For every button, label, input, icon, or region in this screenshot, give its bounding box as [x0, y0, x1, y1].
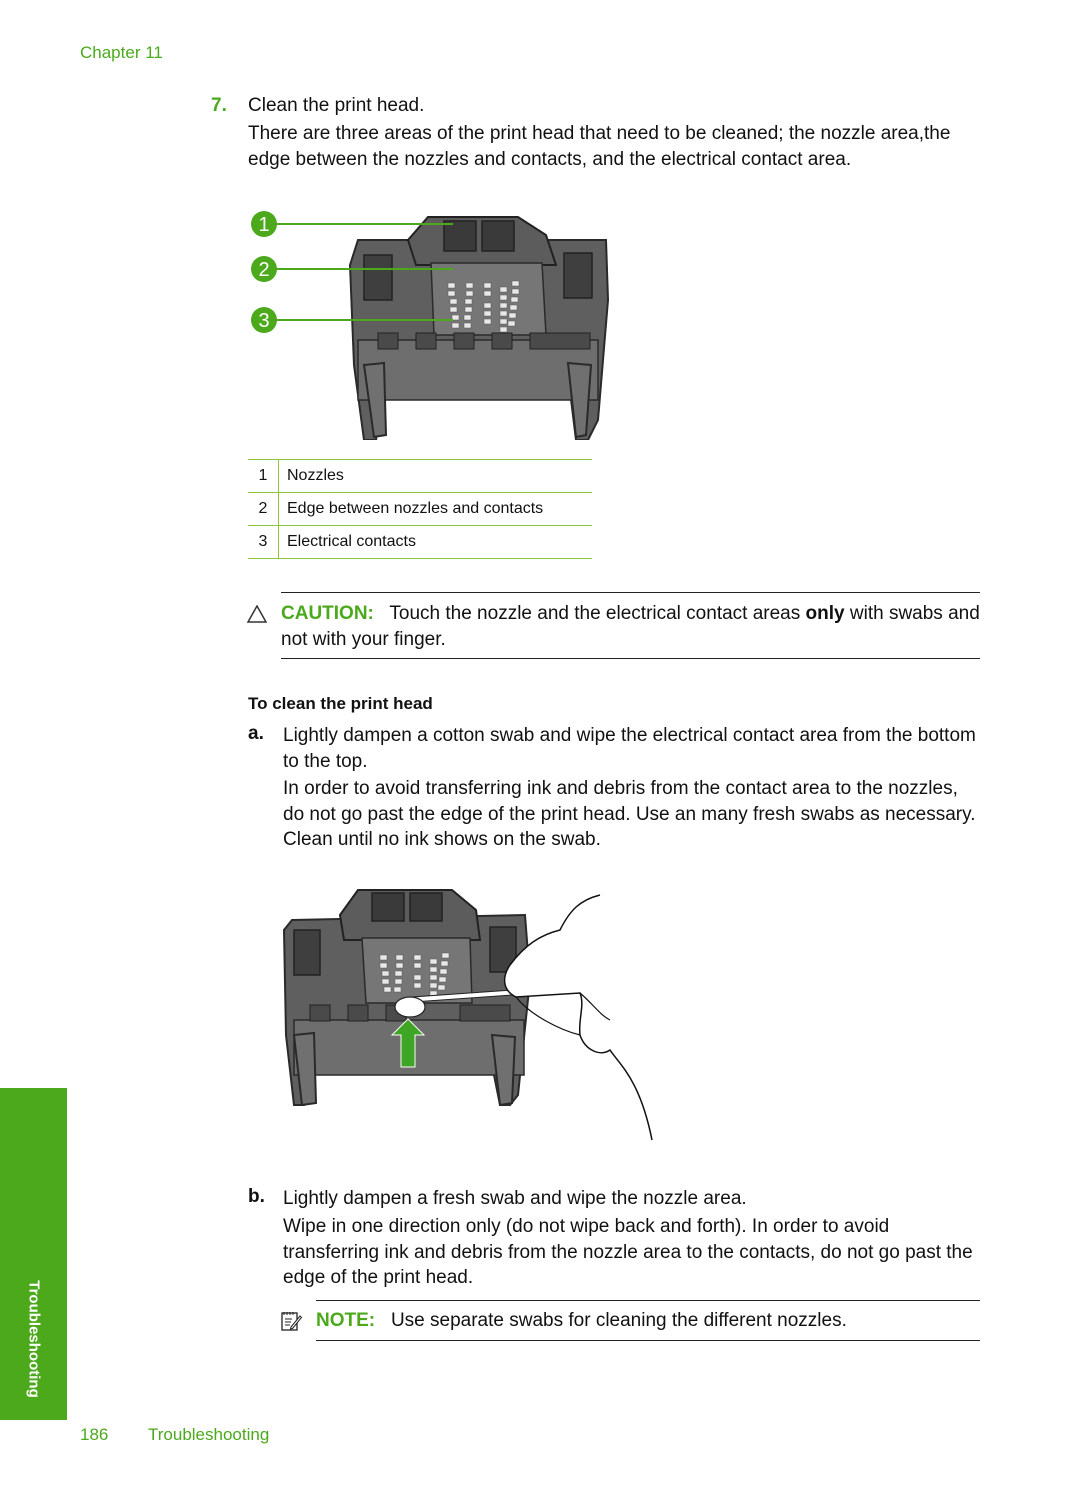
- svg-text:2: 2: [258, 259, 269, 281]
- note-rule-top: [316, 1300, 980, 1301]
- svg-text:1: 1: [258, 214, 269, 236]
- item-a-lead: Lightly dampen a cotton swab and wipe th…: [283, 725, 976, 772]
- caution-triangle-icon: [247, 605, 267, 623]
- swab-cleaning-figure: [282, 889, 653, 1141]
- caution-rule-bottom: [281, 658, 980, 659]
- legend-label: Edge between nozzles and contacts: [278, 492, 592, 526]
- legend-row: 1 Nozzles: [248, 459, 592, 493]
- note-rule-bottom: [316, 1340, 980, 1341]
- legend-row: 3 Electrical contacts: [248, 525, 592, 559]
- svg-text:3: 3: [258, 310, 269, 332]
- step-description: There are three areas of the print head …: [248, 123, 951, 170]
- side-tab-troubleshooting[interactable]: Troubleshooting: [0, 1088, 67, 1420]
- caution-label: CAUTION:: [281, 603, 374, 624]
- step-number: 7.: [211, 95, 227, 116]
- legend-number: 3: [248, 525, 279, 559]
- legend-label: Electrical contacts: [278, 525, 592, 559]
- caution-text: CAUTION: Touch the nozzle and the electr…: [281, 601, 980, 653]
- item-letter-b: b.: [248, 1186, 265, 1207]
- note-label: NOTE:: [316, 1310, 376, 1331]
- chapter-header: Chapter 11: [80, 43, 163, 62]
- procedure-heading: To clean the print head: [248, 694, 433, 713]
- note-body: Use separate swabs for cleaning the diff…: [390, 1310, 847, 1331]
- legend-number: 1: [248, 459, 279, 493]
- legend-number: 2: [248, 492, 279, 526]
- item-a-detail: In order to avoid transferring ink and d…: [283, 778, 976, 850]
- page-number: 186: [80, 1425, 109, 1444]
- step-title: Clean the print head.: [248, 95, 425, 116]
- footer-section-title: Troubleshooting: [148, 1425, 270, 1444]
- printhead-figure: 1 2 3: [251, 211, 610, 440]
- note-text: NOTE: Use separate swabs for cleaning th…: [316, 1309, 847, 1333]
- legend-label: Nozzles: [278, 459, 592, 493]
- item-b-detail: Wipe in one direction only (do not wipe …: [283, 1216, 973, 1288]
- legend-table: 1 Nozzles 2 Edge between nozzles and con…: [248, 459, 592, 559]
- printhead-illustration: [348, 216, 610, 440]
- side-tab-label: Troubleshooting: [25, 1280, 42, 1398]
- item-b-lead: Lightly dampen a fresh swab and wipe the…: [283, 1188, 747, 1209]
- caution-emphasis: only: [805, 603, 845, 624]
- caution-text-part: Touch the nozzle and the electrical cont…: [389, 603, 806, 624]
- caution-rule-top: [281, 592, 980, 593]
- legend-row: 2 Edge between nozzles and contacts: [248, 492, 592, 526]
- item-letter-a: a.: [248, 723, 264, 744]
- note-pencil-icon: [281, 1312, 302, 1331]
